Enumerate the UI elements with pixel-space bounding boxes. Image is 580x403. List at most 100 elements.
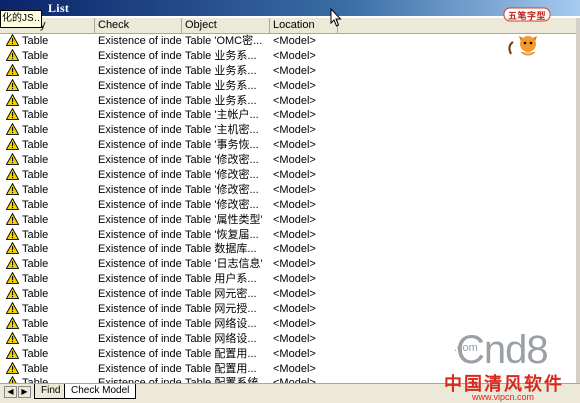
object-cell: Table 网络设... bbox=[185, 332, 257, 345]
location-cell: <Model> bbox=[273, 347, 316, 360]
check-cell: Existence of index bbox=[98, 228, 182, 241]
location-cell: <Model> bbox=[273, 228, 316, 241]
watermark-logo: Cnd8 .com 中国清风软件 www.vipcn.com bbox=[434, 326, 579, 402]
type-value: Table bbox=[22, 109, 49, 122]
list-item[interactable]: Table Existence of index Table 'OMC密... <Mo… bbox=[0, 34, 576, 49]
type-cell: Table bbox=[6, 123, 96, 138]
list-item[interactable]: Table Existence of index Table 业务系... <Mode… bbox=[0, 93, 576, 109]
list-item[interactable]: Table Existence of index Table 网元授... <Mode… bbox=[0, 302, 576, 317]
list-item[interactable]: Table Existence of index Table '修改密... <Mod… bbox=[0, 182, 576, 198]
type-value: Table bbox=[22, 332, 49, 345]
check-cell: Existence of index bbox=[98, 35, 182, 47]
object-cell: Table 数据库... bbox=[185, 243, 257, 256]
tab-find-label: Find bbox=[41, 385, 61, 396]
warning-triangle-icon bbox=[6, 287, 20, 299]
column-object[interactable]: Object bbox=[182, 18, 270, 33]
list-item[interactable]: Table Existence of index Table '属性类型' <Mode… bbox=[0, 212, 576, 228]
object-cell: Table 网络设... bbox=[185, 317, 257, 330]
list-item[interactable]: Table Existence of index Table 业务系... <Mode… bbox=[0, 63, 576, 79]
type-value: Table bbox=[22, 124, 49, 137]
list-item[interactable]: Table Existence of index Table '事务恢... <Mod… bbox=[0, 138, 576, 153]
location-cell: <Model> bbox=[273, 198, 316, 211]
type-value: Table bbox=[22, 303, 49, 316]
type-cell: Table bbox=[6, 227, 96, 243]
type-value: Table bbox=[22, 154, 49, 167]
warning-triangle-icon bbox=[6, 331, 20, 344]
list-item[interactable]: Table Existence of index Table '主机密... <Mod… bbox=[0, 123, 576, 138]
column-location[interactable]: Location bbox=[270, 18, 338, 33]
object-cell: Table '修改密... bbox=[185, 183, 259, 196]
tab-check-model[interactable]: Check Model bbox=[64, 384, 137, 399]
window-titlebar[interactable]: List bbox=[0, 0, 580, 16]
location-cell: <Model> bbox=[273, 109, 316, 122]
warning-triangle-icon bbox=[6, 63, 20, 76]
list-item[interactable]: Table Existence of index Table 数据库... <Mode… bbox=[0, 242, 576, 257]
check-cell: Existence of index bbox=[98, 198, 182, 211]
check-cell: Existence of index bbox=[98, 49, 182, 62]
check-cell: Existence of index bbox=[98, 94, 182, 107]
mouse-cursor-icon bbox=[330, 7, 342, 30]
location-cell: <Model> bbox=[273, 243, 316, 256]
location-cell: <Model> bbox=[273, 273, 316, 286]
type-value: Table bbox=[22, 169, 49, 182]
warning-triangle-icon bbox=[6, 78, 20, 91]
object-cell: Table 'OMC密... bbox=[185, 35, 263, 47]
warning-triangle-icon bbox=[6, 123, 20, 136]
location-cell: <Model> bbox=[273, 288, 316, 301]
check-cell: Existence of index bbox=[98, 79, 182, 92]
list-item[interactable]: Table Existence of index Table 用户系... <Mode… bbox=[0, 272, 576, 287]
object-cell: Table '修改密... bbox=[185, 198, 259, 211]
watermark-dotcom: .com bbox=[454, 342, 478, 354]
location-cell: <Model> bbox=[273, 94, 316, 107]
tooltip: 化的JS… bbox=[0, 10, 42, 28]
arrow-right-icon[interactable]: ▶ bbox=[18, 386, 31, 398]
check-cell: Existence of index bbox=[98, 154, 182, 167]
check-cell: Existence of index bbox=[98, 288, 182, 301]
list-item[interactable]: Table Existence of index Table 网元密... <Mode… bbox=[0, 287, 576, 302]
type-value: Table bbox=[22, 362, 49, 375]
list-item[interactable]: Table Existence of index Table '修改密... <Mod… bbox=[0, 153, 576, 168]
location-cell: <Model> bbox=[273, 49, 316, 62]
list-item[interactable]: Table Existence of index Table '日志信息' <Mode… bbox=[0, 257, 576, 272]
arrow-left-icon[interactable]: ◀ bbox=[4, 386, 17, 398]
location-cell: <Model> bbox=[273, 258, 316, 271]
object-cell: Table '修改密... bbox=[185, 169, 259, 182]
warning-triangle-icon bbox=[6, 168, 20, 180]
location-cell: <Model> bbox=[273, 213, 316, 226]
check-cell: Existence of index bbox=[98, 109, 182, 122]
warning-triangle-icon bbox=[6, 316, 20, 329]
type-cell: Table bbox=[6, 331, 96, 347]
location-cell: <Model> bbox=[273, 183, 316, 196]
location-cell: <Model> bbox=[273, 362, 316, 375]
object-cell: Table '主机密... bbox=[185, 124, 259, 137]
list-item[interactable]: Table Existence of index Table 业务系... <Mode… bbox=[0, 78, 576, 94]
type-value: Table bbox=[22, 273, 49, 286]
warning-triangle-icon bbox=[6, 257, 20, 270]
type-cell: Table bbox=[6, 78, 96, 94]
warning-triangle-icon bbox=[6, 212, 20, 225]
warning-triangle-icon bbox=[6, 302, 20, 314]
list-item[interactable]: Table Existence of index Table '恢复届... <Mod… bbox=[0, 227, 576, 243]
tab-find[interactable]: Find bbox=[34, 384, 68, 399]
object-cell: Table 业务系... bbox=[185, 79, 257, 92]
column-check-label: Check bbox=[98, 19, 130, 31]
list-item[interactable]: Table Existence of index Table '主帐户... <Mod… bbox=[0, 108, 576, 123]
type-value: Table bbox=[22, 198, 49, 211]
list-item[interactable]: Table Existence of index Table '修改密... <Mod… bbox=[0, 197, 576, 213]
warning-triangle-icon bbox=[6, 48, 20, 61]
warning-triangle-icon bbox=[6, 346, 20, 359]
column-check[interactable]: Check bbox=[95, 18, 182, 33]
column-location-label: Location bbox=[273, 19, 315, 31]
list-item[interactable]: Table Existence of index Table '修改密... <Mod… bbox=[0, 168, 576, 183]
location-cell: <Model> bbox=[273, 332, 316, 345]
type-value: Table bbox=[22, 317, 49, 330]
type-value: Table bbox=[22, 258, 49, 271]
location-cell: <Model> bbox=[273, 35, 316, 47]
object-cell: Table 用户系... bbox=[185, 273, 257, 286]
warning-triangle-icon bbox=[6, 227, 20, 240]
warning-triangle-icon bbox=[6, 242, 20, 255]
warning-triangle-icon bbox=[6, 272, 20, 285]
window-title: List bbox=[48, 1, 70, 15]
list-item[interactable]: Table Existence of index Table 业务系... <Mode… bbox=[0, 48, 576, 64]
type-cell: Table bbox=[6, 63, 96, 79]
